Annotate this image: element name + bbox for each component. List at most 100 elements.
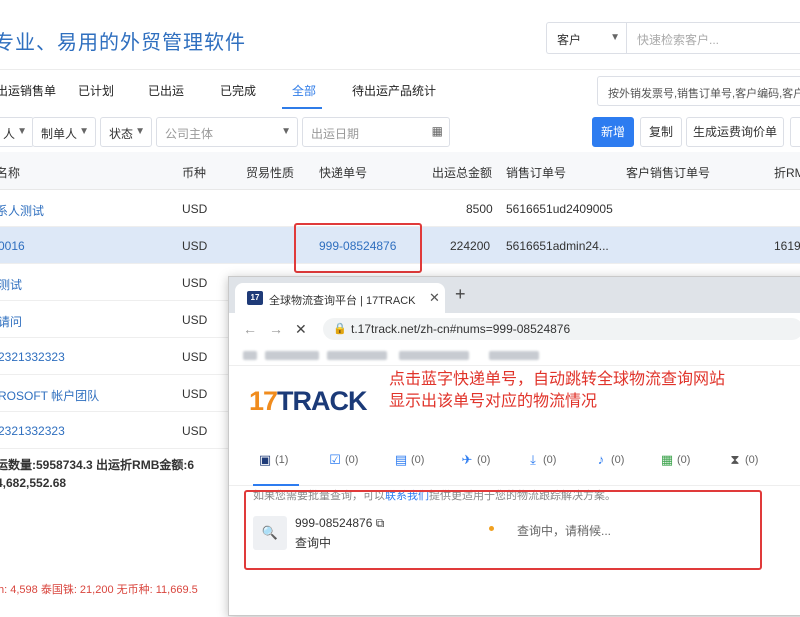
blurred-bookmark (399, 351, 469, 360)
col-trade-type: 贸易性质 (246, 166, 295, 180)
annotation-line-1: 点击蓝字快递单号，自动跳转全球物流查询网站 (389, 371, 726, 388)
copy-button[interactable]: 复制 (640, 117, 682, 147)
col-rmb: 折RM (774, 166, 800, 180)
address-bar-url: t.17track.net/zh-cn#nums=999-08524876 (351, 322, 571, 336)
row-currency: USD (182, 239, 208, 253)
browser-tab-title: 全球物流查询平台 | 17TRACK (269, 295, 416, 307)
tab-shipped[interactable]: 已出运 (148, 82, 184, 99)
row-currency: USD (182, 424, 208, 438)
status-count: (0) (477, 453, 491, 466)
chevron-down-icon: ▼ (610, 32, 620, 43)
close-icon[interactable]: ✕ (429, 290, 440, 306)
row-currency: USD (182, 387, 208, 401)
status-tab-delivered[interactable]: ▦ (0) (659, 452, 691, 468)
app-header: 专业、易用的外贸管理软件 客户 ▼ 快速检索客户... (0, 0, 800, 70)
summary-quantity: 运数量:5958734.3 出运折RMB金额:6 (0, 458, 195, 472)
chevron-down-icon: ▼ (17, 126, 27, 137)
filter-ship-date-picker[interactable]: 出运日期 ▦ (302, 117, 450, 147)
status-tab-expired[interactable]: ⧗ (0) (727, 452, 758, 468)
active-status-indicator (253, 484, 299, 486)
browser-tab-bar: 17 全球物流查询平台 | 17TRACK ✕ + (229, 277, 800, 313)
logo-number: 17 (249, 386, 278, 416)
filter-creator-label: 制单人 (41, 127, 78, 141)
app-slogan: 专业、易用的外贸管理软件 (0, 32, 246, 54)
col-sales-order: 销售订单号 (506, 166, 567, 180)
order-search-input[interactable]: 按外销发票号,销售订单号,客户编码,客户 (597, 76, 800, 106)
status-count: (0) (543, 453, 557, 466)
cash-icon: ▦ (660, 452, 674, 467)
17track-logo: 17TRACK (249, 386, 368, 417)
tab-completed[interactable]: 已完成 (220, 82, 256, 99)
col-customer-order: 客户销售订单号 (626, 166, 711, 180)
annotation-line-2: 显示出该单号对应的物流情况 (389, 393, 598, 410)
filter-status-select[interactable]: 状态 ▼ (100, 117, 152, 147)
bookmarks-bar (229, 345, 800, 365)
checklist-icon: ☑ (329, 452, 341, 467)
chevron-down-icon: ▼ (135, 126, 145, 137)
more-button[interactable] (790, 117, 800, 147)
col-currency: 币种 (182, 166, 207, 180)
status-tab-arrived[interactable]: ⤓ (0) (525, 452, 556, 468)
filter-ship-date-placeholder: 出运日期 (311, 127, 360, 141)
stop-loading-icon[interactable]: ✕ (295, 321, 307, 338)
status-tab-checklist[interactable]: ☑ (0) (327, 452, 358, 468)
row-name-link[interactable]: 测试 (0, 276, 22, 293)
status-count: (1) (275, 453, 289, 466)
tab-shipping-orders[interactable]: 出运销售单 (0, 82, 56, 99)
currency-totals: h: 4,598 泰国铢: 21,200 无币种: 11,669.5 (0, 584, 198, 596)
forward-arrow-icon[interactable]: → (269, 321, 283, 337)
blurred-bookmark (243, 351, 257, 360)
new-tab-icon[interactable]: + (455, 285, 466, 303)
browser-toolbar: ← → ✕ 🔒 t.17track.net/zh-cn#nums=999-085… (229, 313, 800, 345)
active-tab-indicator (282, 107, 322, 109)
filter-person-select[interactable]: 人 ▼ (0, 117, 34, 147)
status-count: (0) (745, 453, 759, 466)
search-type-select[interactable]: 客户 ▼ (546, 22, 626, 54)
box-icon: ▤ (394, 452, 408, 467)
landing-icon: ⤓ (530, 452, 536, 467)
tab-all[interactable]: 全部 (292, 82, 316, 99)
filter-status-label: 状态 (109, 127, 134, 141)
row-name-link[interactable]: 系人测试 (0, 202, 44, 219)
bell-icon: ♪ (597, 452, 605, 467)
17track-favicon: 17 (247, 291, 263, 305)
blurred-bookmark (327, 351, 387, 360)
row-name-link[interactable]: 0016 (0, 239, 25, 253)
generate-freight-quote-button[interactable]: 生成运费询价单 (686, 117, 784, 147)
filter-company-select[interactable]: 公司主体 ▼ (156, 117, 298, 147)
status-tab-transit[interactable]: ✈ (0) (459, 452, 491, 468)
chevron-down-icon: ▼ (79, 126, 89, 137)
hourglass-icon: ⧗ (730, 452, 740, 467)
back-arrow-icon[interactable]: ← (243, 321, 257, 337)
col-name: 名称 (0, 166, 21, 180)
status-tab-box[interactable]: ▤ (0) (393, 452, 425, 468)
filter-creator-select[interactable]: 制单人 ▼ (32, 117, 96, 147)
new-button[interactable]: 新增 (592, 117, 634, 147)
col-tracking-number: 快递单号 (319, 166, 368, 180)
customer-search-input[interactable]: 快速检索客户... (626, 22, 800, 54)
tab-pending-product-stats[interactable]: 待出运产品统计 (352, 82, 436, 99)
calendar-icon: ▦ (431, 124, 443, 138)
row-currency: USD (182, 276, 208, 290)
row-currency: USD (182, 350, 208, 364)
chevron-down-icon: ▼ (281, 126, 291, 137)
address-bar[interactable]: 🔒 t.17track.net/zh-cn#nums=999-08524876 (323, 318, 800, 340)
tab-planned[interactable]: 已计划 (78, 82, 114, 99)
status-count: (0) (611, 453, 625, 466)
filter-bar: 人 ▼ 制单人 ▼ 状态 ▼ 公司主体 ▼ 出运日期 ▦ 新增 复制 生成运费询价单 (0, 114, 800, 150)
row-amount: 224200 (450, 239, 491, 253)
row-sales-order: 5616651admin24... (506, 239, 609, 253)
browser-tab[interactable]: 17 全球物流查询平台 | 17TRACK ✕ (235, 283, 445, 313)
row-name-link[interactable]: ROSOFT 帐户团队 (0, 387, 99, 404)
row-amount: 8500 (466, 202, 493, 216)
status-tab-all[interactable]: ▣ (1) (257, 452, 289, 468)
status-count: (0) (345, 453, 359, 466)
status-tab-alert[interactable]: ♪ (0) (593, 452, 625, 468)
row-name-link[interactable]: 2321332323 (0, 424, 65, 438)
table-header: 名称 币种 贸易性质 快递单号 出运总金额 销售订单号 客户销售订单号 折RM (0, 152, 800, 190)
result-highlight-box (244, 490, 762, 570)
table-row[interactable]: 系人测试 USD 8500 5616651ud2409005 (0, 190, 800, 227)
plane-icon: ✈ (461, 452, 473, 467)
row-name-link[interactable]: 2321332323 (0, 350, 65, 364)
row-name-link[interactable]: 请问 (0, 313, 22, 330)
